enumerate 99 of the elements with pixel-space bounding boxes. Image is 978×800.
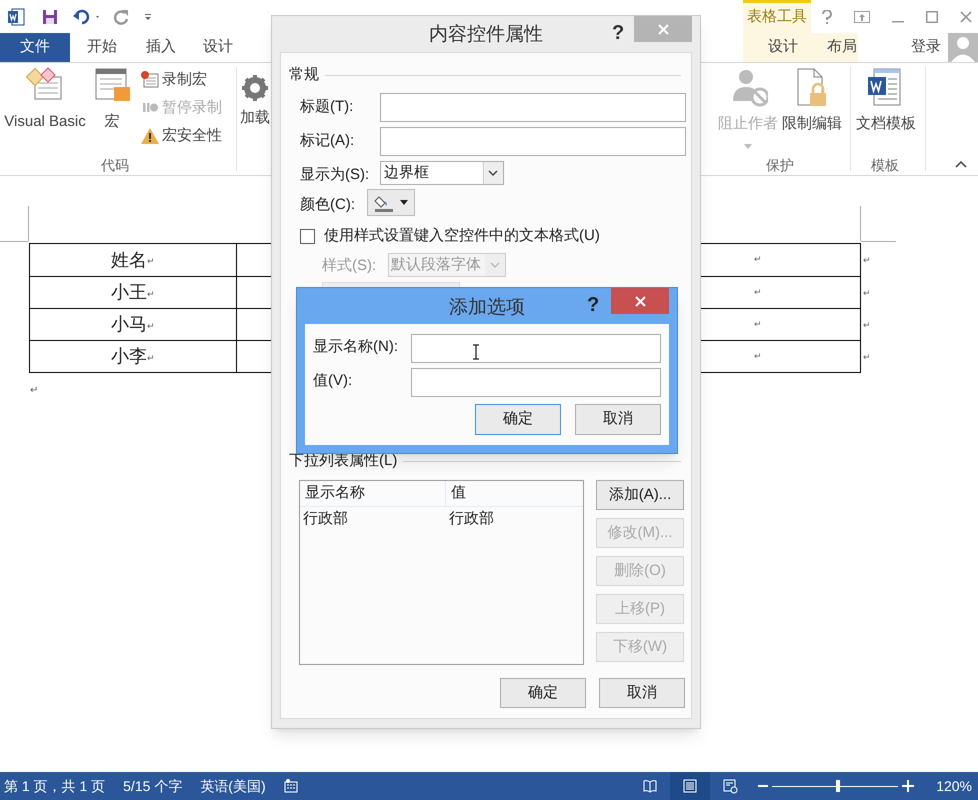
ribbon-tab[interactable]: 设计 [203,33,233,62]
paragraph-mark: ↵ [147,288,155,301]
paragraph-mark: ↵ [147,255,155,268]
sign-in-link[interactable]: 登录 [911,33,941,62]
context-tab-group: 表格工具 [747,3,807,31]
dialog-button[interactable]: 确定 [500,678,586,708]
row-end-mark: ↵ [863,287,871,300]
checkbox-label: 使用样式设置键入空控件中的文本格式(U) [324,226,600,246]
file-tab[interactable]: 文件 [0,33,70,62]
ribbon-tab[interactable]: 设计 [768,33,798,62]
word-icon [7,8,25,26]
chevron-down-icon [485,254,505,276]
paragraph-mark: ↵ [754,350,762,363]
dialog-button[interactable]: 添加(A)... [596,480,684,510]
zoom-level[interactable]: 120% [936,776,972,796]
dialog-button[interactable]: 取消 [575,404,661,435]
field-label: 颜色(C): [300,195,355,215]
collapse-icon[interactable] [955,160,967,168]
ribbon-button[interactable]: 文档模板 [856,67,916,136]
table-cell: 姓名↵ [30,244,237,276]
row-end-mark: ↵ [863,254,871,267]
maximize-icon[interactable] [926,10,938,22]
status-text: 英语(美国) [200,776,266,796]
close-icon[interactable] [960,10,972,22]
macro-icon [94,67,130,103]
column-header[interactable]: 显示名称 [300,481,446,506]
group-label: 代码 [101,156,129,175]
caret-icon [400,200,408,205]
paint-bucket-icon [374,194,394,212]
status-text: 5/15 个字 [123,776,182,796]
undo-icon[interactable] [72,8,102,26]
dialog-button[interactable]: 确定 [475,404,561,435]
group-label: 保护 [766,156,794,175]
row-end-mark: ↵ [863,351,871,364]
record-icon [140,70,160,90]
visual-basic-button[interactable]: Visual Basic [3,67,87,133]
warning-icon [140,126,160,146]
paragraph-mark: ↵ [30,384,38,398]
list-view[interactable]: 显示名称 值 行政部 行政部 [299,480,584,665]
add-ins-button[interactable]: 加载 [240,73,270,129]
ribbon-tab[interactable]: 布局 [827,33,857,62]
list-cell-text: 行政部 [302,508,349,529]
dialog-title: 添加选项 [449,296,525,320]
ribbon-tab[interactable]: 插入 [146,33,176,62]
ribbon-button[interactable]: 限制编辑 [782,67,842,136]
zoom-in-icon[interactable] [902,780,914,792]
table-cell: 小李↵ [30,341,237,372]
dialog-title: 内容控件属性 [429,23,543,47]
text-cursor-icon [472,344,480,360]
save-icon[interactable] [42,8,58,24]
field-label: 显示名称(N): [313,337,398,357]
dialog-button[interactable]: 取消 [599,678,685,708]
row-end-mark: ↵ [863,319,871,332]
redo-icon[interactable] [112,8,130,26]
status-text: 第 1 页，共 1 页 [4,776,106,796]
paragraph-mark: ↵ [754,253,762,266]
table-cell: 小王↵ [30,277,237,308]
ribbon-button[interactable]: 宏安全性 [140,125,222,147]
close-button[interactable] [611,288,669,314]
ribbon-display-icon[interactable] [854,10,870,22]
chevron-down-icon [483,162,503,184]
ribbon-button[interactable]: 录制宏 [140,69,222,91]
proofing-icon[interactable] [284,779,298,793]
color-button[interactable] [367,189,415,216]
help-button[interactable]: ? [612,18,624,48]
paragraph-mark: ↵ [147,320,155,333]
checkbox[interactable] [300,228,315,244]
close-icon [634,296,646,306]
paragraph-mark: ↵ [754,318,762,331]
macros-button[interactable]: 宏 [94,67,130,133]
read-view-icon [642,778,658,794]
field-label: 显示为(S): [300,165,370,185]
gear-icon [240,73,270,103]
slider-thumb[interactable] [836,780,840,792]
section-label: 常规 [289,65,319,85]
field-label: 值(V): [313,371,352,391]
text-field[interactable] [411,334,661,363]
group-label: 模板 [871,156,899,175]
text-field[interactable] [380,93,686,122]
paragraph-mark: ↵ [147,352,155,365]
column-header[interactable]: 值 [446,481,583,506]
text-field[interactable] [380,127,686,156]
close-icon [658,24,668,34]
ribbon-tab[interactable]: 开始 [87,33,117,62]
print-view-icon [682,778,698,794]
view-button[interactable] [670,772,710,800]
web-view-icon [722,778,738,794]
dropdown-field[interactable]: 边界框 [380,161,504,185]
list-cell-text: 行政部 [448,508,495,529]
paragraph-mark: ↵ [754,286,762,299]
help-button[interactable]: ? [587,290,600,320]
caret-icon [744,144,752,148]
field-label: 标记(A): [300,131,354,151]
table-cell: 小马↵ [30,309,237,340]
field-label: 标题(T): [300,97,354,117]
field-label: 样式(S): [322,256,376,276]
text-field[interactable] [411,368,661,397]
help-icon[interactable] [822,10,832,24]
customize-icon[interactable] [144,12,152,20]
